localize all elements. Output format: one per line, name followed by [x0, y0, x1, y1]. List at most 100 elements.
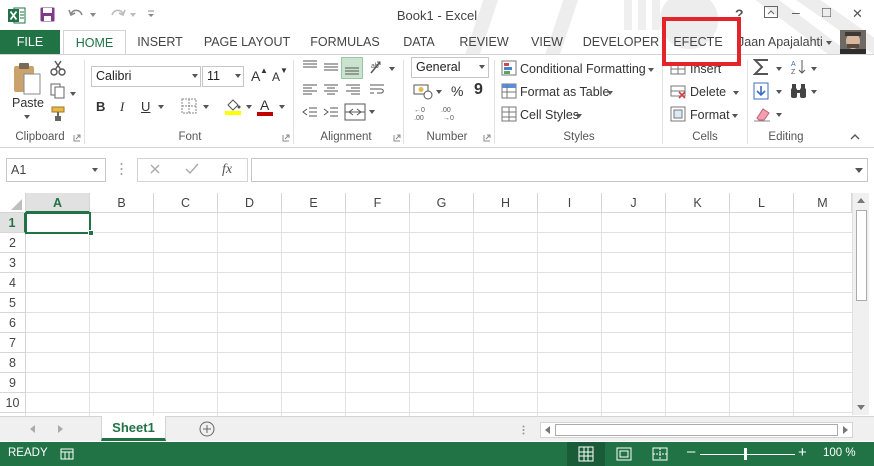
decrease-indent-icon[interactable]: [301, 105, 319, 121]
select-all-button[interactable]: [0, 193, 26, 213]
format-as-table-button[interactable]: Format as Table: [520, 85, 609, 99]
worksheet-grid[interactable]: [0, 190, 874, 417]
merge-center-icon[interactable]: [344, 103, 366, 121]
accounting-format-icon[interactable]: [413, 82, 433, 100]
font-name-select[interactable]: Calibri: [91, 66, 201, 87]
row-header-6[interactable]: 6: [0, 313, 26, 333]
row-header-5[interactable]: 5: [0, 293, 26, 313]
zoom-in-button[interactable]: +: [798, 444, 807, 461]
expand-formula-bar-icon[interactable]: [855, 168, 863, 173]
copy-icon[interactable]: [50, 83, 66, 99]
delete-dropdown-icon[interactable]: [733, 91, 739, 95]
tab-split-grip-icon[interactable]: [522, 425, 525, 435]
active-cell-border[interactable]: [25, 212, 91, 234]
row-header-4[interactable]: 4: [0, 273, 26, 293]
row-header-9[interactable]: 9: [0, 373, 26, 393]
maximize-button[interactable]: □: [822, 4, 831, 21]
increase-decimal-icon[interactable]: ←0.00: [413, 105, 435, 121]
scroll-left-icon[interactable]: [545, 426, 550, 434]
cancel-entry-icon[interactable]: [149, 163, 161, 175]
orientation-dropdown-icon[interactable]: [389, 67, 395, 71]
collapse-ribbon-icon[interactable]: [850, 133, 860, 140]
avatar[interactable]: [840, 30, 866, 54]
column-header-l[interactable]: L: [730, 193, 794, 213]
tab-insert[interactable]: INSERT: [131, 30, 189, 55]
orientation-icon[interactable]: ab: [368, 59, 386, 75]
clear-icon[interactable]: [753, 106, 771, 122]
tab-file[interactable]: FILE: [0, 30, 60, 55]
find-select-icon[interactable]: [790, 82, 808, 100]
tab-data[interactable]: DATA: [396, 30, 442, 55]
font-color-button[interactable]: A: [260, 97, 269, 113]
column-header-d[interactable]: D: [218, 193, 282, 213]
scroll-down-icon[interactable]: [857, 405, 865, 410]
new-sheet-icon[interactable]: [199, 421, 215, 437]
formula-input[interactable]: [251, 158, 868, 182]
clear-dropdown-icon[interactable]: [776, 113, 782, 117]
conditional-formatting-icon[interactable]: [501, 60, 517, 76]
zoom-out-button[interactable]: –: [687, 443, 695, 460]
tab-formulas[interactable]: FORMULAS: [305, 30, 385, 55]
font-color-dropdown-icon[interactable]: [279, 105, 285, 109]
fill-icon[interactable]: [753, 82, 771, 100]
normal-view-button[interactable]: [567, 442, 605, 466]
insert-function-button[interactable]: fx: [222, 162, 232, 178]
number-format-chevron-icon[interactable]: [479, 65, 485, 69]
horizontal-scroll-thumb[interactable]: [555, 424, 838, 436]
italic-button[interactable]: I: [120, 99, 124, 115]
sort-filter-dropdown-icon[interactable]: [811, 67, 817, 71]
merge-dropdown-icon[interactable]: [369, 110, 375, 114]
row-header-8[interactable]: 8: [0, 353, 26, 373]
row-header-3[interactable]: 3: [0, 253, 26, 273]
tab-review[interactable]: REVIEW: [455, 30, 513, 55]
conditional-formatting-dropdown-icon[interactable]: [648, 68, 654, 72]
font-size-chevron-icon[interactable]: [235, 74, 241, 78]
scroll-right-icon[interactable]: [843, 426, 848, 434]
row-header-2[interactable]: 2: [0, 233, 26, 253]
number-format-select[interactable]: General: [411, 57, 489, 78]
align-right-icon[interactable]: [344, 82, 362, 98]
find-select-dropdown-icon[interactable]: [811, 90, 817, 94]
paste-label[interactable]: Paste: [12, 96, 44, 110]
copy-dropdown-icon[interactable]: [70, 92, 76, 96]
tab-page-layout[interactable]: PAGE LAYOUT: [200, 30, 294, 55]
increase-indent-icon[interactable]: [322, 105, 340, 121]
font-launcher-icon[interactable]: [282, 134, 290, 142]
format-as-table-icon[interactable]: [501, 83, 517, 99]
previous-sheet-icon[interactable]: [30, 425, 35, 433]
scroll-up-icon[interactable]: [857, 198, 865, 203]
column-header-a[interactable]: A: [26, 193, 90, 213]
column-header-m[interactable]: M: [794, 193, 852, 213]
enter-entry-icon[interactable]: [185, 163, 199, 175]
column-header-i[interactable]: I: [538, 193, 602, 213]
cell-styles-button[interactable]: Cell Styles: [520, 108, 579, 122]
row-header-10[interactable]: 10: [0, 393, 26, 413]
name-box[interactable]: A1: [6, 158, 106, 182]
vertical-scroll-thumb[interactable]: [856, 210, 867, 301]
macro-record-icon[interactable]: [60, 447, 74, 461]
paste-icon[interactable]: [11, 62, 43, 96]
column-header-f[interactable]: F: [346, 193, 410, 213]
autosum-dropdown-icon[interactable]: [776, 67, 782, 71]
minimize-button[interactable]: –: [792, 4, 800, 20]
align-center-icon[interactable]: [322, 82, 340, 98]
format-cells-button[interactable]: Format: [690, 108, 730, 122]
format-painter-icon[interactable]: [50, 106, 66, 122]
ribbon-display-options-icon[interactable]: [764, 6, 782, 24]
conditional-formatting-button[interactable]: Conditional Formatting: [520, 62, 646, 76]
next-sheet-icon[interactable]: [58, 425, 63, 433]
column-header-j[interactable]: J: [602, 193, 666, 213]
name-box-chevron-icon[interactable]: [92, 168, 98, 172]
column-header-b[interactable]: B: [90, 193, 154, 213]
tab-view[interactable]: VIEW: [525, 30, 569, 55]
zoom-level[interactable]: 100 %: [823, 447, 856, 459]
tab-developer[interactable]: DEVELOPER: [582, 30, 660, 55]
sort-filter-icon[interactable]: AZ: [790, 58, 808, 76]
align-left-icon[interactable]: [301, 82, 319, 98]
column-header-e[interactable]: E: [282, 193, 346, 213]
decrease-decimal-icon[interactable]: .00 →0: [440, 105, 462, 121]
autosum-icon[interactable]: [753, 58, 771, 76]
cut-icon[interactable]: [50, 60, 66, 76]
comma-style-button[interactable]: 9: [474, 81, 483, 99]
clipboard-launcher-icon[interactable]: [73, 134, 81, 142]
